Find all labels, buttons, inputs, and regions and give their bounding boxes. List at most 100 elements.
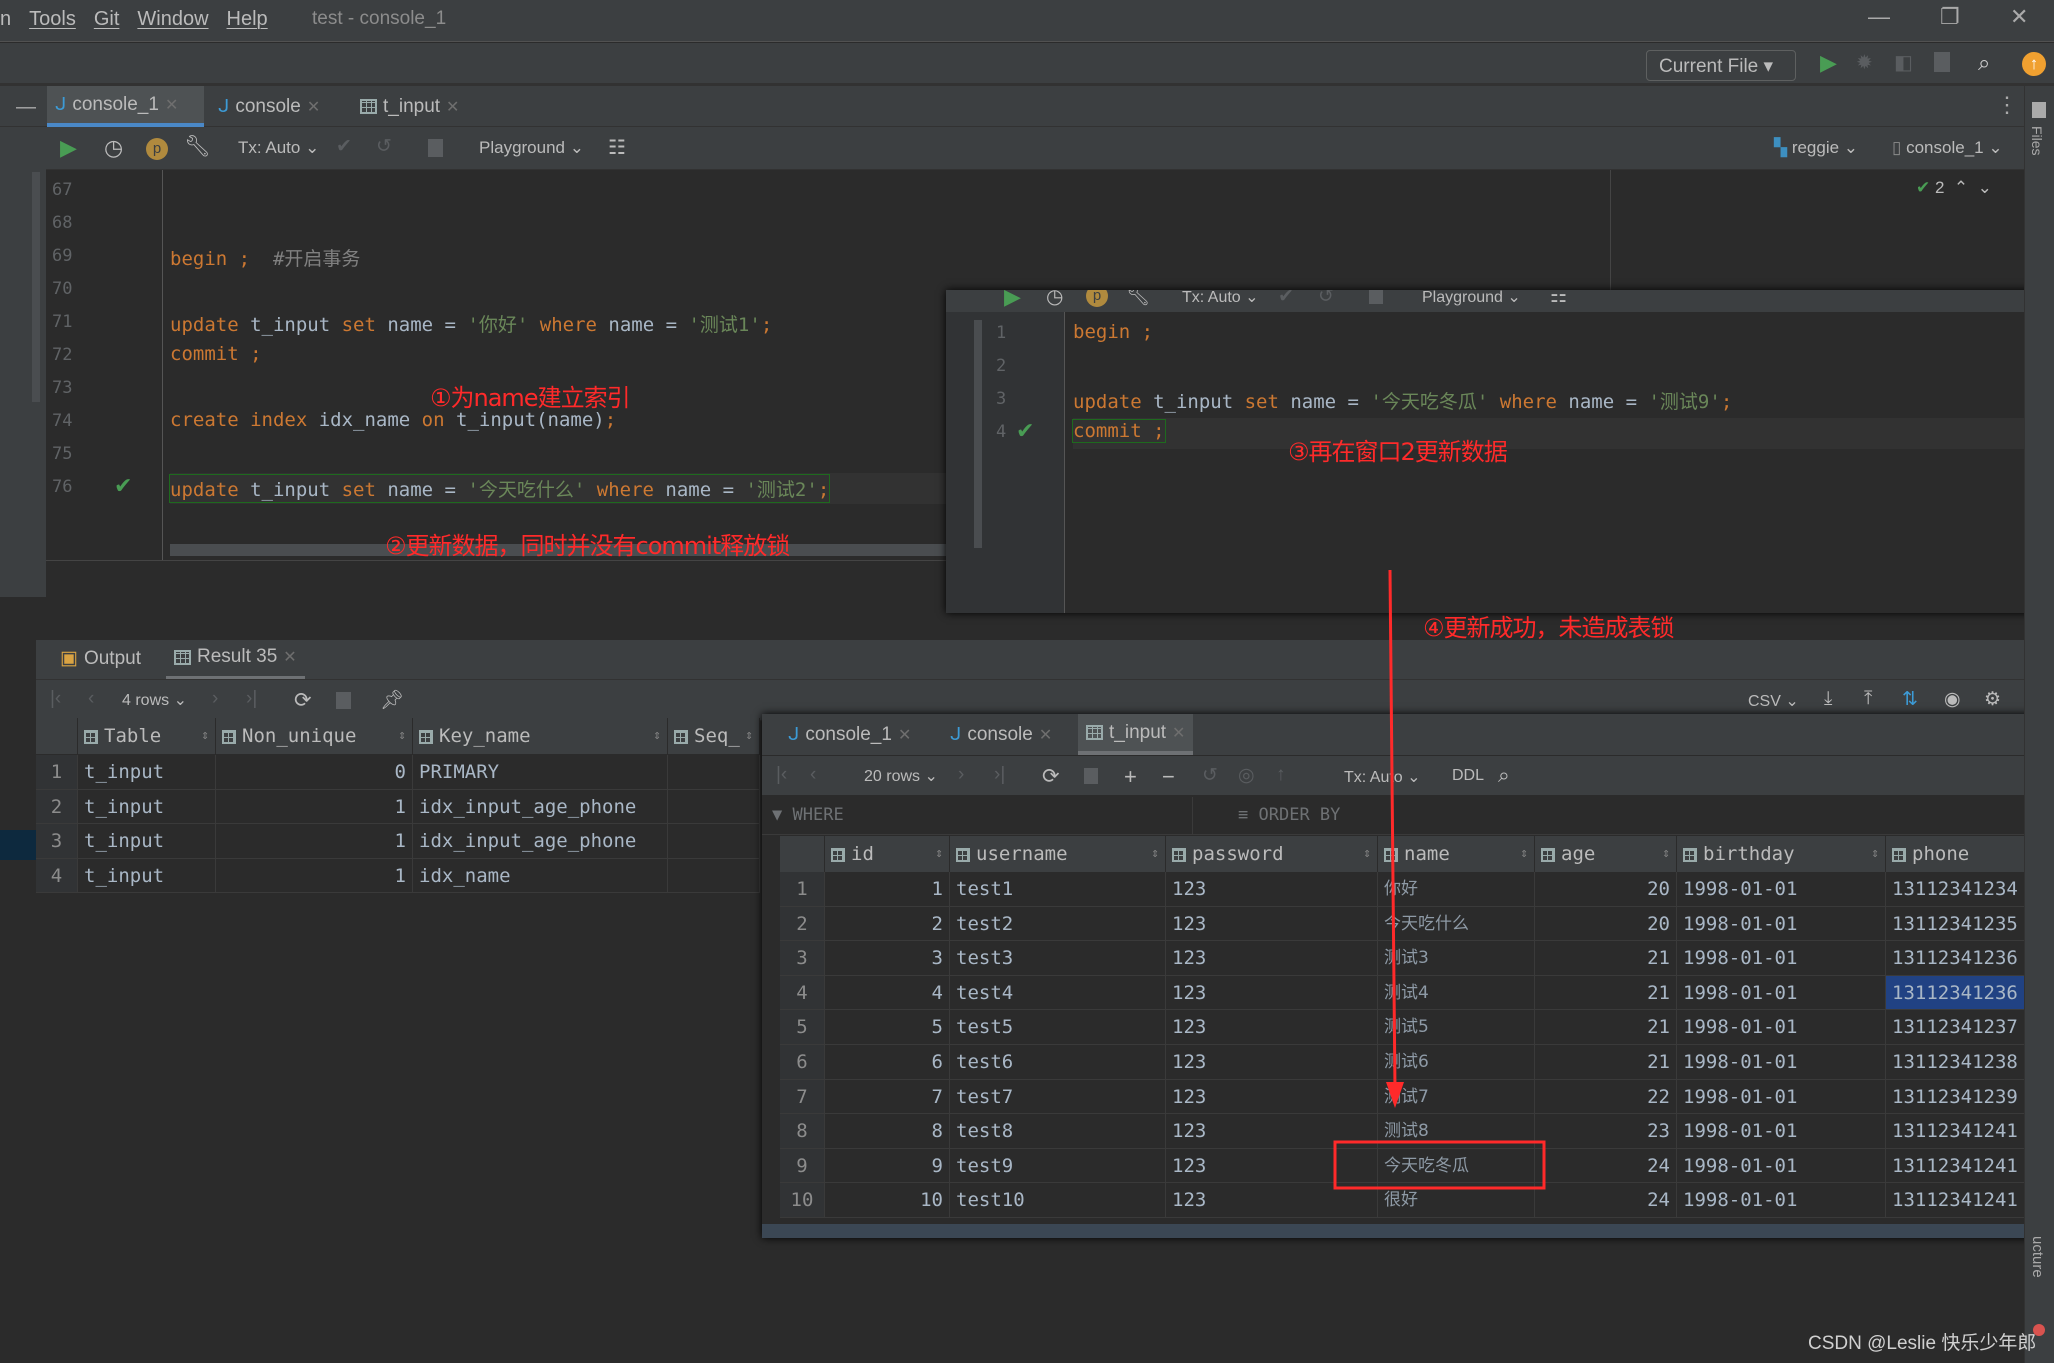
table-cell[interactable]: 123 [1166,906,1378,942]
table-cell[interactable]: 123 [1166,1079,1378,1115]
table-cell[interactable]: 1998-01-01 [1677,941,1886,976]
output-settings-icon[interactable]: ☷ [608,135,626,160]
stop-icon[interactable] [1369,290,1383,304]
horizontal-scrollbar[interactable] [762,1224,2054,1238]
table-cell[interactable]: 123 [1166,941,1378,976]
table-cell[interactable] [668,824,760,859]
add-row-icon[interactable]: + [1124,764,1137,790]
table-cell[interactable]: 6 [825,1045,950,1080]
close-tab-icon[interactable]: ✕ [1039,725,1052,745]
table-cell[interactable]: 测试3 [1378,941,1535,976]
table-cell[interactable]: 24 [1535,1183,1677,1218]
table-cell[interactable]: test10 [950,1183,1166,1218]
first-page-icon[interactable]: |‹ [776,764,787,786]
code-line[interactable]: update t_input set name = '你好' where nam… [170,310,772,337]
table-cell[interactable]: test7 [950,1079,1166,1115]
table-cell[interactable]: test8 [950,1114,1166,1149]
table-cell[interactable]: 4 [825,975,950,1011]
wrench-icon[interactable]: 🔧︎ [1126,290,1150,308]
table-cell[interactable]: 20 [1535,906,1677,942]
playground-dropdown[interactable]: Playground ⌄ [479,138,584,158]
history-icon[interactable]: ◷ [1046,290,1063,309]
table-cell[interactable]: 23 [1535,1114,1677,1149]
rollback-icon[interactable]: ↺ [1318,290,1334,308]
table-cell[interactable]: 1998-01-01 [1677,1010,1886,1045]
row-number[interactable]: 2 [780,906,825,942]
row-number[interactable]: 6 [780,1045,825,1080]
preview-icon[interactable]: ◎ [1238,764,1255,787]
tab-console[interactable]: ᒍ console ✕ [942,714,1060,755]
wrench-icon[interactable]: 🔧︎ [184,135,211,159]
column-header[interactable]: username ⇕ [950,836,1166,872]
sort-icon[interactable]: ⇕ [398,718,406,754]
coverage-icon[interactable]: ◧ [1894,50,1913,75]
code-line[interactable]: update t_input set name = '今天吃冬瓜' where … [1073,387,1732,414]
sort-icon[interactable]: ⇕ [745,718,753,754]
close-tab-icon[interactable]: ✕ [1172,723,1185,743]
files-tool-button[interactable]: Files [2029,126,2045,156]
sort-icon[interactable]: ⇕ [1871,836,1879,872]
sort-icon[interactable]: ⇕ [935,836,943,872]
upload-icon[interactable]: ⤒ [1864,688,1872,710]
table-cell[interactable]: 123 [1166,1010,1378,1045]
column-header[interactable]: age ⇕ [1535,836,1677,872]
row-number[interactable]: 10 [780,1183,825,1218]
column-header[interactable]: password ⇕ [1166,836,1378,872]
table-cell[interactable]: 123 [1166,975,1378,1011]
stop-icon[interactable] [428,139,443,157]
row-number[interactable]: 4 [780,975,825,1011]
code-line[interactable]: update t_input set name = '今天吃什么' where … [168,474,831,503]
table-cell[interactable]: 测试8 [1378,1114,1535,1149]
stop-icon[interactable] [1934,52,1950,72]
next-page-icon[interactable]: › [212,688,218,710]
parameters-icon[interactable]: p [1086,290,1108,307]
menu-help[interactable]: Help [227,8,268,31]
table-cell[interactable]: 7 [825,1079,950,1115]
row-number[interactable]: 2 [36,789,78,824]
sort-icon[interactable]: ⇕ [201,718,209,754]
editor-scroll-marker[interactable] [32,172,40,402]
table-cell[interactable]: 1998-01-01 [1677,975,1886,1011]
history-icon[interactable]: ◷ [104,135,123,161]
table-cell[interactable]: 21 [1535,1045,1677,1080]
delete-row-icon[interactable]: − [1162,764,1175,790]
column-header[interactable]: Seq_ ⇕ [668,718,760,754]
table-cell[interactable]: 1998-01-01 [1677,1183,1886,1218]
run-config-dropdown[interactable]: Current File ▾ [1646,50,1796,81]
tx-mode-dropdown[interactable]: Tx: Auto ⌄ [238,138,319,158]
table-cell[interactable]: 21 [1535,1010,1677,1045]
table-cell[interactable]: 测试6 [1378,1045,1535,1080]
table-cell[interactable]: 1998-01-01 [1677,906,1886,942]
tx-mode-dropdown[interactable]: Tx: Auto ⌄ [1344,767,1421,787]
tab-t-input[interactable]: t_input ✕ [352,86,467,127]
table-cell[interactable]: 1998-01-01 [1677,1148,1886,1184]
row-number[interactable]: 7 [780,1079,825,1115]
more-icon[interactable]: ⋮ [1996,92,2018,118]
table-cell[interactable]: 1 [825,872,950,907]
table-cell[interactable]: 你好 [1378,872,1535,907]
table-cell[interactable] [668,858,760,893]
table-cell[interactable]: 24 [1535,1148,1677,1184]
table-cell[interactable]: 测试5 [1378,1010,1535,1045]
submit-icon[interactable]: ↑ [1276,764,1286,786]
stop-icon[interactable] [336,692,351,709]
row-number[interactable]: 1 [780,872,825,907]
refresh-icon[interactable]: ⟳ [294,688,312,713]
table-cell[interactable]: 21 [1535,975,1677,1011]
table-cell[interactable]: 1 [216,858,413,893]
revert-icon[interactable]: ↺ [1202,764,1218,787]
row-number[interactable]: 9 [780,1148,825,1184]
table-cell[interactable]: 1998-01-01 [1677,872,1886,907]
table-cell[interactable]: 123 [1166,1148,1378,1184]
collapse-icon[interactable]: — [16,96,36,119]
search-icon[interactable]: ⌕ [1978,50,1990,76]
table-cell[interactable]: test6 [950,1045,1166,1080]
prev-page-icon[interactable]: ‹ [88,688,94,710]
table-cell[interactable]: 123 [1166,1114,1378,1149]
rows-dropdown[interactable]: 20 rows ⌄ [864,766,938,786]
table-cell[interactable]: t_input [78,789,216,824]
sort-icon[interactable]: ⇕ [1662,836,1670,872]
close-tab-icon[interactable]: ✕ [283,647,296,667]
table-cell[interactable]: 10 [825,1183,950,1218]
row-number[interactable]: 4 [36,858,78,893]
